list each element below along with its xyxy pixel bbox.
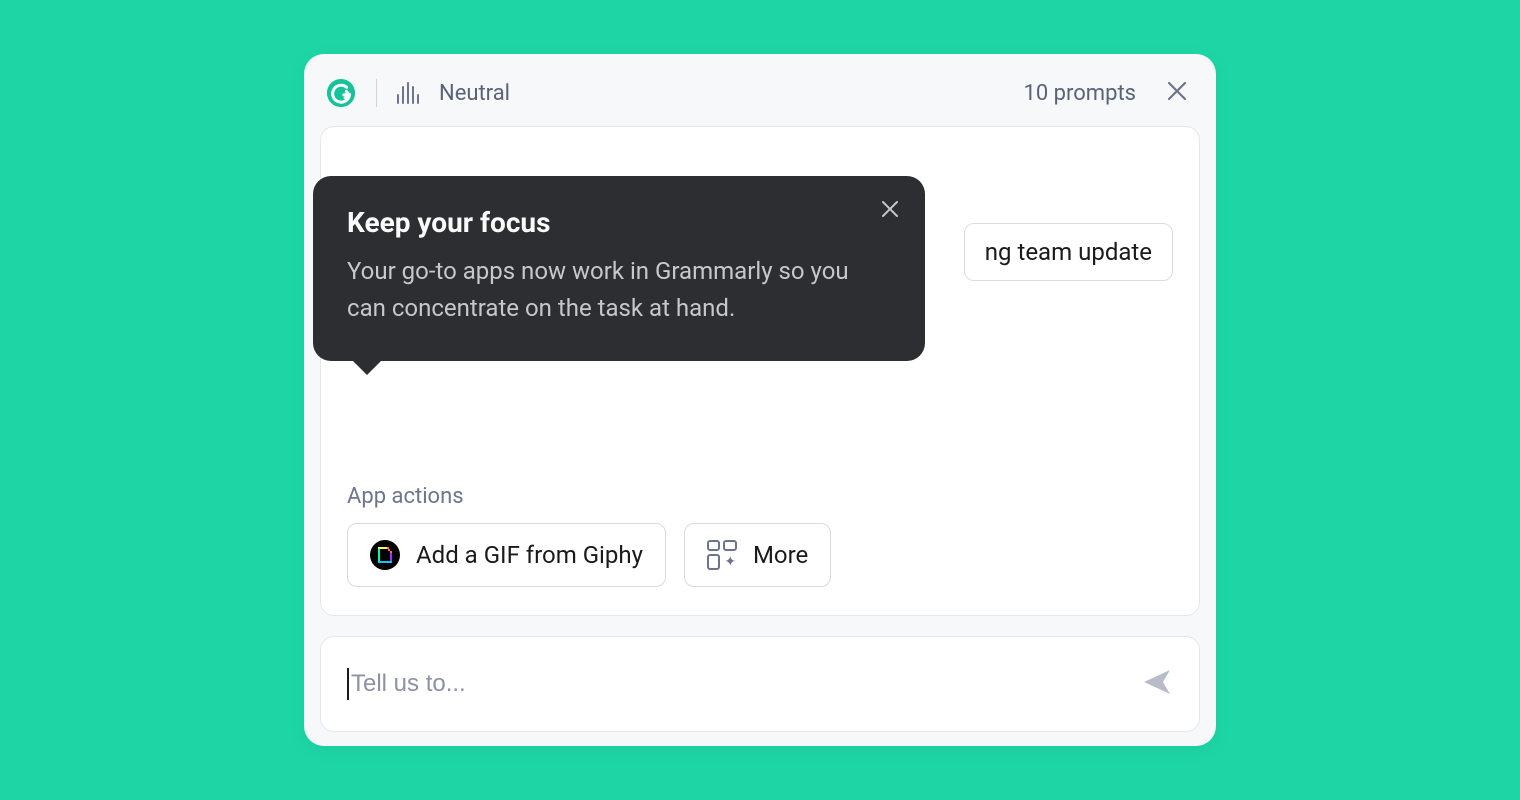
tone-label[interactable]: Neutral: [439, 81, 510, 106]
close-panel-button[interactable]: [1166, 80, 1188, 106]
more-actions-label: More: [753, 541, 808, 569]
grammarly-logo-icon: [326, 78, 356, 108]
text-cursor: [347, 668, 349, 700]
feature-tooltip: Keep your focus Your go-to apps now work…: [313, 176, 925, 361]
giphy-action-label: Add a GIF from Giphy: [416, 541, 643, 569]
tooltip-title: Keep your focus: [347, 206, 891, 239]
more-apps-icon: ✦: [707, 540, 737, 570]
tooltip-close-button[interactable]: [879, 198, 901, 224]
header-right: 10 prompts: [1023, 80, 1188, 106]
app-actions-label: App actions: [347, 404, 1173, 523]
prompts-count[interactable]: 10 prompts: [1023, 81, 1136, 106]
prompt-input[interactable]: [351, 670, 1141, 698]
suggestion-chip-partial[interactable]: ng team update: [964, 223, 1173, 281]
header-divider: [376, 79, 377, 107]
app-actions-row: Add a GIF from Giphy ✦ More: [347, 523, 1173, 587]
giphy-action-button[interactable]: Add a GIF from Giphy: [347, 523, 666, 587]
more-actions-button[interactable]: ✦ More: [684, 523, 831, 587]
grammarly-panel: Neutral 10 prompts ng team update App ac…: [304, 54, 1216, 746]
giphy-icon: [370, 540, 400, 570]
tooltip-arrow: [353, 361, 381, 375]
prompt-input-bar[interactable]: [320, 636, 1200, 732]
tone-bars-icon: [397, 82, 419, 104]
send-button[interactable]: [1141, 666, 1173, 702]
panel-header: Neutral 10 prompts: [320, 68, 1200, 126]
tooltip-body: Your go-to apps now work in Grammarly so…: [347, 253, 891, 327]
